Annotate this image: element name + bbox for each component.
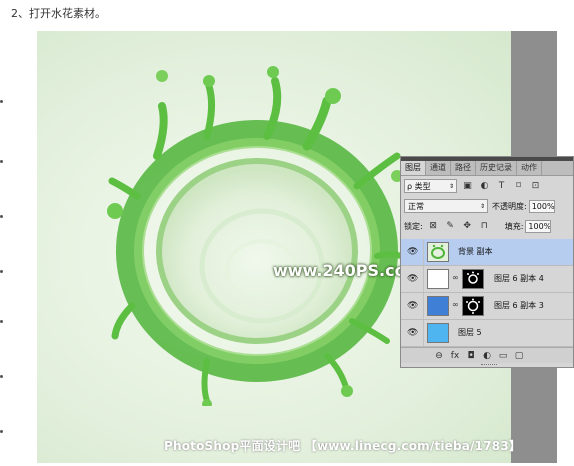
- blend-mode-select[interactable]: 正常 ⇕: [404, 199, 488, 213]
- opacity-label: 不透明度:: [492, 201, 527, 211]
- image-filter-icon[interactable]: ▣: [461, 180, 474, 192]
- layer-name[interactable]: 图层 6 副本 3: [494, 300, 544, 311]
- row-separator: [423, 239, 424, 265]
- layer-name[interactable]: 图层 6 副本 4: [494, 273, 544, 284]
- row-separator: [423, 320, 424, 346]
- select-arrows-icon: ⇕: [479, 202, 485, 210]
- visibility-eye-icon[interactable]: 👁: [407, 246, 419, 258]
- blend-mode-value: 正常: [408, 201, 424, 211]
- shape-filter-icon[interactable]: ⌑: [512, 180, 525, 192]
- row-separator: [423, 293, 424, 319]
- left-margin-marks: [0, 0, 8, 466]
- new-group-icon[interactable]: ▭: [495, 351, 511, 361]
- layer-thumbnail: [427, 296, 449, 316]
- lock-image-icon[interactable]: ✎: [444, 220, 457, 232]
- lock-position-icon[interactable]: ✥: [461, 220, 474, 232]
- tab-actions[interactable]: 动作: [517, 161, 542, 175]
- layer-row-layer-6-copy-4[interactable]: 👁 ∞ 图层 6 副本 4: [401, 266, 573, 293]
- layer-name[interactable]: 图层 5: [458, 327, 482, 338]
- mask-link-icon[interactable]: ∞: [452, 273, 459, 282]
- step-title: 2、打开水花素材。: [11, 7, 106, 20]
- blend-row: 正常 ⇕ 不透明度: 100%: [401, 196, 573, 216]
- credit-text: PhotoShop平面设计吧 【www.linecg.com/tieba/178…: [164, 439, 522, 453]
- fill-input[interactable]: 100%: [525, 219, 552, 233]
- row-separator: [423, 266, 424, 292]
- layer-mask-icon[interactable]: ◘: [463, 351, 479, 361]
- layer-row-layer-5[interactable]: 👁 图层 5: [401, 320, 573, 347]
- lock-row: 锁定: ⊠ ✎ ✥ ⊓ 填充: 100%: [401, 216, 573, 236]
- layer-name[interactable]: 背景 副本: [458, 246, 493, 257]
- layers-panel: 图层 通道 路径 历史记录 动作 ρ 类型 ⇕ ▣ ◐ T ⌑ ⊡ 正常 ⇕ 不…: [400, 156, 574, 368]
- layer-row-layer-6-copy-3[interactable]: 👁 ∞ 图层 6 副本 3: [401, 293, 573, 320]
- adjustment-layer-icon[interactable]: ◐: [479, 351, 495, 361]
- visibility-eye-icon[interactable]: 👁: [407, 273, 419, 285]
- tab-channels[interactable]: 通道: [426, 161, 451, 175]
- lock-label: 锁定:: [404, 221, 423, 231]
- fx-icon[interactable]: fx: [447, 351, 463, 361]
- filter-row: ρ 类型 ⇕ ▣ ◐ T ⌑ ⊡: [401, 176, 573, 196]
- layer-filter-label: ρ 类型: [407, 181, 431, 191]
- layer-filter-select[interactable]: ρ 类型 ⇕: [404, 179, 457, 193]
- green-water-crown-splash: [107, 66, 415, 406]
- tab-history[interactable]: 历史记录: [476, 161, 517, 175]
- panel-footer: ⊖ fx ◘ ◐ ▭ ▢: [401, 347, 573, 363]
- new-layer-icon[interactable]: ▢: [511, 351, 527, 361]
- visibility-eye-icon[interactable]: 👁: [407, 327, 419, 339]
- layer-row-background-copy[interactable]: 👁 背景 副本: [401, 239, 573, 266]
- layer-thumbnail: [427, 323, 449, 343]
- layer-list: 👁 背景 副本 👁 ∞ 图层 6 副本 4 👁 ∞ 图层 6 副本 3 👁 图层…: [401, 239, 573, 347]
- opacity-input[interactable]: 100%: [528, 199, 555, 213]
- layer-mask-thumbnail[interactable]: [462, 269, 484, 289]
- lock-transparent-icon[interactable]: ⊠: [427, 220, 440, 232]
- lock-all-icon[interactable]: ⊓: [478, 220, 491, 232]
- layer-thumbnail: [427, 269, 449, 289]
- link-icon[interactable]: ⊖: [431, 351, 447, 361]
- tab-paths[interactable]: 路径: [451, 161, 476, 175]
- select-arrows-icon: ⇕: [448, 182, 454, 190]
- layer-mask-thumbnail[interactable]: [462, 296, 484, 316]
- fill-label: 填充:: [504, 221, 524, 231]
- mask-link-icon[interactable]: ∞: [452, 300, 459, 309]
- panel-resize-grip[interactable]: [481, 364, 497, 367]
- layer-thumbnail: [427, 242, 449, 262]
- panel-tabs: 图层 通道 路径 历史记录 动作: [401, 161, 573, 176]
- adjustment-filter-icon[interactable]: ◐: [478, 180, 491, 192]
- tab-layers[interactable]: 图层: [401, 161, 426, 175]
- type-filter-icon[interactable]: T: [495, 180, 508, 192]
- visibility-eye-icon[interactable]: 👁: [407, 300, 419, 312]
- smart-object-filter-icon[interactable]: ⊡: [529, 180, 542, 192]
